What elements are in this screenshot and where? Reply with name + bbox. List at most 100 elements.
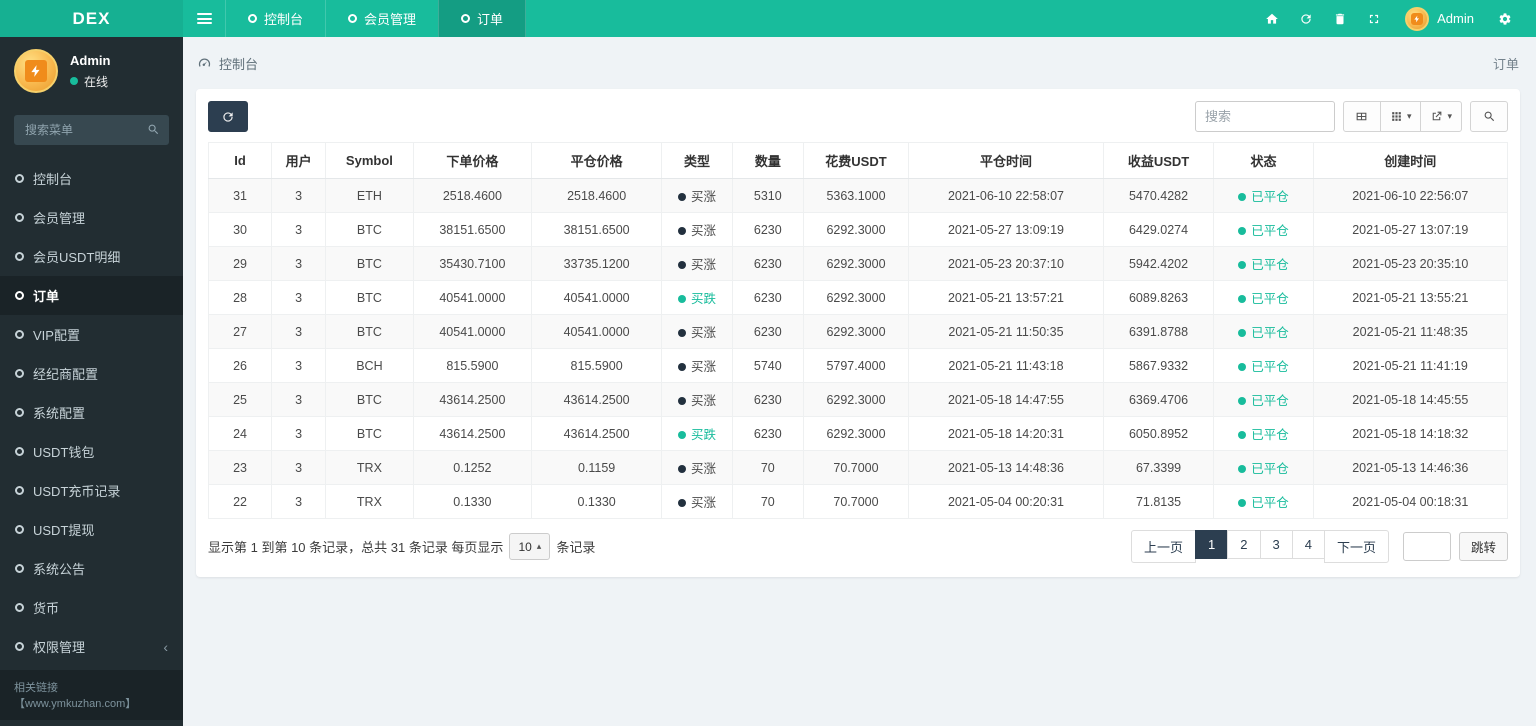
cell-type: 买涨 — [661, 348, 733, 383]
cell-id: 27 — [207, 314, 273, 349]
column-header[interactable]: 数量 — [731, 142, 804, 179]
page-next[interactable]: 下一页 — [1323, 530, 1389, 563]
sidebar-item-system-announcement[interactable]: 系统公告 — [0, 549, 183, 588]
cell-type: 买涨 — [661, 246, 733, 281]
sidebar-item-broker-config[interactable]: 经纪商配置 — [0, 354, 183, 393]
circle-icon — [15, 369, 24, 378]
cell-order-price: 40541.0000 — [412, 280, 533, 315]
column-header[interactable]: Symbol — [325, 142, 414, 179]
sidebar-item-member-usdt-detail[interactable]: 会员USDT明细 — [0, 237, 183, 276]
refresh-button[interactable] — [208, 101, 248, 132]
nav-tab-dashboard[interactable]: 控制台 — [225, 0, 325, 37]
sidebar-item-dashboard[interactable]: 控制台 — [0, 159, 183, 198]
cell-symbol: BTC — [325, 416, 414, 451]
navbar-quick-icons — [1255, 0, 1391, 37]
cell-created-time: 2021-06-10 22:56:07 — [1312, 178, 1509, 213]
search-button[interactable] — [1470, 101, 1508, 132]
column-header[interactable]: 类型 — [661, 142, 733, 179]
page-2[interactable]: 2 — [1227, 530, 1261, 563]
sidebar-link-official-docs[interactable]: 官方文档 — [0, 720, 183, 726]
cell-cost-usdt: 6292.3000 — [802, 246, 910, 281]
cell-created-time: 2021-05-23 20:35:10 — [1312, 246, 1509, 281]
column-header[interactable]: 平仓时间 — [908, 142, 1104, 179]
navbar-tabs: 控制台 会员管理 订单 — [225, 0, 527, 37]
sidebar-item-members[interactable]: 会员管理 — [0, 198, 183, 237]
table-row: 31 3 ETH 2518.4600 2518.4600 买涨 5310 536… — [207, 178, 1509, 213]
trash-button[interactable] — [1323, 0, 1357, 37]
status-dot-icon — [1238, 362, 1247, 371]
home-button[interactable] — [1255, 0, 1289, 37]
column-header[interactable]: 用户 — [271, 142, 327, 179]
expand-button[interactable] — [1357, 0, 1391, 37]
sidebar-item-usdt-withdraw[interactable]: USDT提现 — [0, 510, 183, 549]
cell-close-price: 0.1330 — [531, 484, 663, 519]
table-row: 24 3 BTC 43614.2500 43614.2500 买跌 6230 6… — [207, 416, 1509, 451]
avatar — [14, 49, 58, 93]
circle-icon — [15, 486, 24, 495]
page-3[interactable]: 3 — [1259, 530, 1293, 563]
sidebar-toggle-button[interactable] — [183, 0, 225, 37]
column-header[interactable]: 收益USDT — [1102, 142, 1215, 179]
orders-table: Id 用户 Symbol 下单价格 平仓价格 类型 数量 花费USDT 平仓时间 收益USDT 状态… — [207, 142, 1509, 519]
column-header[interactable]: 下单价格 — [412, 142, 533, 179]
cell-type: 买涨 — [661, 484, 733, 519]
column-header[interactable]: 状态 — [1213, 142, 1314, 179]
nav-tab-orders[interactable]: 订单 — [438, 0, 527, 37]
cell-type: 买涨 — [661, 382, 733, 417]
table-search-input[interactable] — [1194, 101, 1335, 132]
top-navbar: DEX 控制台 会员管理 订单 Admin — [0, 0, 1536, 37]
circle-icon — [248, 14, 257, 23]
page-size-dropdown[interactable]: 10 ▴ — [509, 533, 551, 560]
cell-status: 已平仓 — [1213, 450, 1314, 485]
cell-user: 3 — [271, 348, 327, 383]
breadcrumb: 控制台 订单 — [183, 37, 1536, 89]
cell-cost-usdt: 6292.3000 — [802, 212, 910, 247]
column-header[interactable]: 平仓价格 — [531, 142, 663, 179]
sidebar-item-permissions[interactable]: 权限管理 ‹ — [0, 627, 183, 666]
cell-order-price: 35430.7100 — [412, 246, 533, 281]
sidebar-item-orders[interactable]: 订单 — [0, 276, 183, 315]
settings-button[interactable] — [1488, 0, 1522, 37]
jump-page-input[interactable] — [1402, 532, 1451, 561]
column-header[interactable]: Id — [207, 142, 273, 179]
sidebar-item-currency[interactable]: 货币 — [0, 588, 183, 627]
type-dot-icon — [678, 396, 687, 405]
cell-close-price: 40541.0000 — [531, 314, 663, 349]
column-header[interactable]: 花费USDT — [802, 142, 910, 179]
nav-tab-label: 控制台 — [264, 12, 304, 27]
sidebar-item-label: 系统配置 — [33, 406, 86, 421]
breadcrumb-current[interactable]: 控制台 — [219, 54, 258, 73]
columns-button[interactable]: ▾ — [1379, 101, 1422, 132]
sidebar-search-input[interactable] — [14, 115, 169, 145]
page-prev[interactable]: 上一页 — [1131, 530, 1197, 563]
sidebar-item-label: 订单 — [33, 289, 60, 304]
user-menu[interactable]: Admin — [1395, 6, 1484, 31]
cell-cost-usdt: 5363.1000 — [802, 178, 910, 213]
cell-close-time: 2021-05-21 13:57:21 — [908, 280, 1104, 315]
cell-profit-usdt: 5867.9332 — [1102, 348, 1215, 383]
cell-type: 买涨 — [661, 178, 733, 213]
refresh-button[interactable] — [1289, 0, 1323, 37]
export-button[interactable]: ▾ — [1420, 101, 1462, 132]
cell-close-time: 2021-05-21 11:43:18 — [908, 348, 1104, 383]
jump-button[interactable]: 跳转 — [1458, 532, 1508, 561]
cell-created-time: 2021-05-21 13:55:21 — [1312, 280, 1509, 315]
gear-icon — [1499, 12, 1511, 25]
online-status-label: 在线 — [84, 74, 109, 89]
sidebar-item-label: USDT充币记录 — [33, 484, 121, 499]
cell-status: 已平仓 — [1213, 314, 1314, 349]
toggle-view-button[interactable] — [1342, 101, 1381, 132]
page-4[interactable]: 4 — [1291, 530, 1325, 563]
sidebar-item-vip-config[interactable]: VIP配置 — [0, 315, 183, 354]
status-dot-icon — [1238, 226, 1247, 235]
type-dot-icon — [678, 294, 687, 303]
cell-order-price: 815.5900 — [412, 348, 533, 383]
sidebar-item-usdt-deposit-records[interactable]: USDT充币记录 — [0, 471, 183, 510]
page-1[interactable]: 1 — [1195, 530, 1229, 563]
sidebar-item-system-config[interactable]: 系统配置 — [0, 393, 183, 432]
nav-tab-members[interactable]: 会员管理 — [325, 0, 438, 37]
sidebar-item-usdt-wallet[interactable]: USDT钱包 — [0, 432, 183, 471]
nav-tab-label: 会员管理 — [364, 12, 417, 27]
cell-user: 3 — [271, 450, 327, 485]
column-header[interactable]: 创建时间 — [1312, 142, 1509, 179]
